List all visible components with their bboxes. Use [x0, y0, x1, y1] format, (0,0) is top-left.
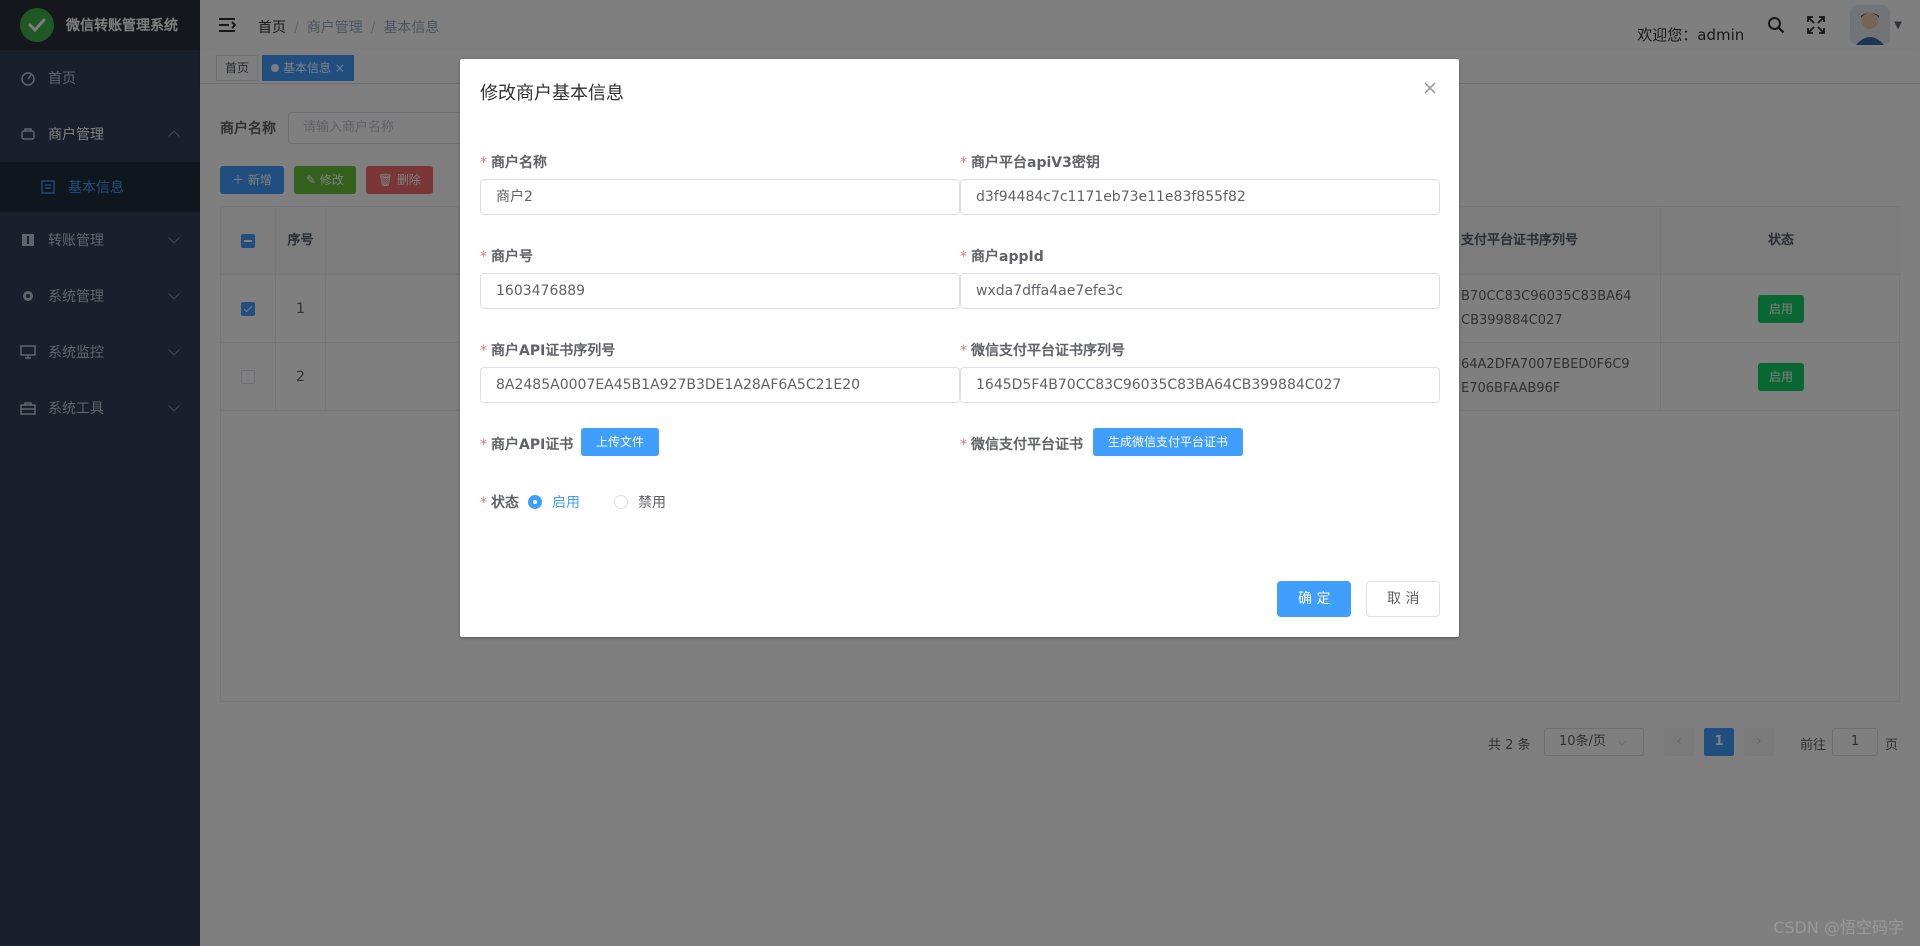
appid-label: * 商户appId — [960, 246, 1044, 266]
radio-label: 启用 — [552, 495, 580, 511]
status-radio-enabled[interactable]: 启用 — [528, 492, 580, 512]
radio-unchecked-icon — [614, 495, 628, 509]
status-label-text: 状态 — [491, 495, 519, 511]
api-cert-label-text: 商户API证书 — [491, 437, 574, 453]
platform-cert-label-text: 微信支付平台证书 — [971, 437, 1083, 453]
api-cert-serial-input[interactable]: 8A2485A0007EA45B1A927B3DE1A28AF6A5C21E20 — [480, 367, 960, 403]
appid-input[interactable]: wxda7dffa4ae7efe3c — [960, 273, 1440, 309]
dialog-title: 修改商户基本信息 — [480, 83, 624, 104]
merchant-name-label: * 商户名称 — [480, 152, 547, 172]
apiv3-key-label: * 商户平台apiV3密钥 — [960, 152, 1100, 172]
api-cert-label: * 商户API证书 — [480, 434, 573, 454]
radio-label: 禁用 — [638, 495, 666, 511]
required-mark: * — [960, 249, 967, 265]
edit-merchant-dialog: 修改商户基本信息 * 商户名称 商户2 * 商户平台apiV3密钥 d3f94484… — [460, 59, 1459, 637]
upload-file-button[interactable]: 上传文件 — [581, 428, 660, 456]
status-label: * 状态 — [480, 492, 519, 512]
watermark: CSDN @悟空码字 — [1773, 918, 1904, 937]
apiv3-key-label-text: 商户平台apiV3密钥 — [971, 155, 1100, 171]
platform-cert-serial-label: * 微信支付平台证书序列号 — [960, 340, 1125, 360]
required-mark: * — [480, 155, 487, 171]
status-radio-disabled[interactable]: 禁用 — [614, 492, 666, 512]
platform-cert-serial-label-text: 微信支付平台证书序列号 — [971, 343, 1125, 359]
radio-checked-icon — [528, 495, 542, 509]
appid-label-text: 商户appId — [971, 249, 1044, 265]
confirm-button[interactable]: 确 定 — [1277, 581, 1352, 617]
cancel-button[interactable]: 取 消 — [1366, 581, 1441, 617]
platform-cert-serial-input[interactable]: 1645D5F4B70CC83C96035C83BA64CB399884C027 — [960, 367, 1440, 403]
close-icon[interactable] — [1423, 81, 1437, 95]
required-mark: * — [960, 343, 967, 359]
merchant-no-input[interactable]: 1603476889 — [480, 273, 960, 309]
apiv3-key-input[interactable]: d3f94484c7c1171eb73e11e83f855f82 — [960, 179, 1440, 215]
required-mark: * — [960, 437, 967, 453]
merchant-name-label-text: 商户名称 — [491, 155, 547, 171]
platform-cert-label: * 微信支付平台证书 — [960, 434, 1083, 454]
merchant-name-input[interactable]: 商户2 — [480, 179, 960, 215]
api-cert-serial-label-text: 商户API证书序列号 — [491, 343, 616, 359]
required-mark: * — [480, 249, 487, 265]
merchant-no-label-text: 商户号 — [491, 249, 533, 265]
generate-platform-cert-button[interactable]: 生成微信支付平台证书 — [1093, 428, 1244, 456]
required-mark: * — [480, 437, 487, 453]
required-mark: * — [480, 495, 487, 511]
required-mark: * — [480, 343, 487, 359]
merchant-no-label: * 商户号 — [480, 246, 533, 266]
api-cert-serial-label: * 商户API证书序列号 — [480, 340, 615, 360]
required-mark: * — [960, 155, 967, 171]
